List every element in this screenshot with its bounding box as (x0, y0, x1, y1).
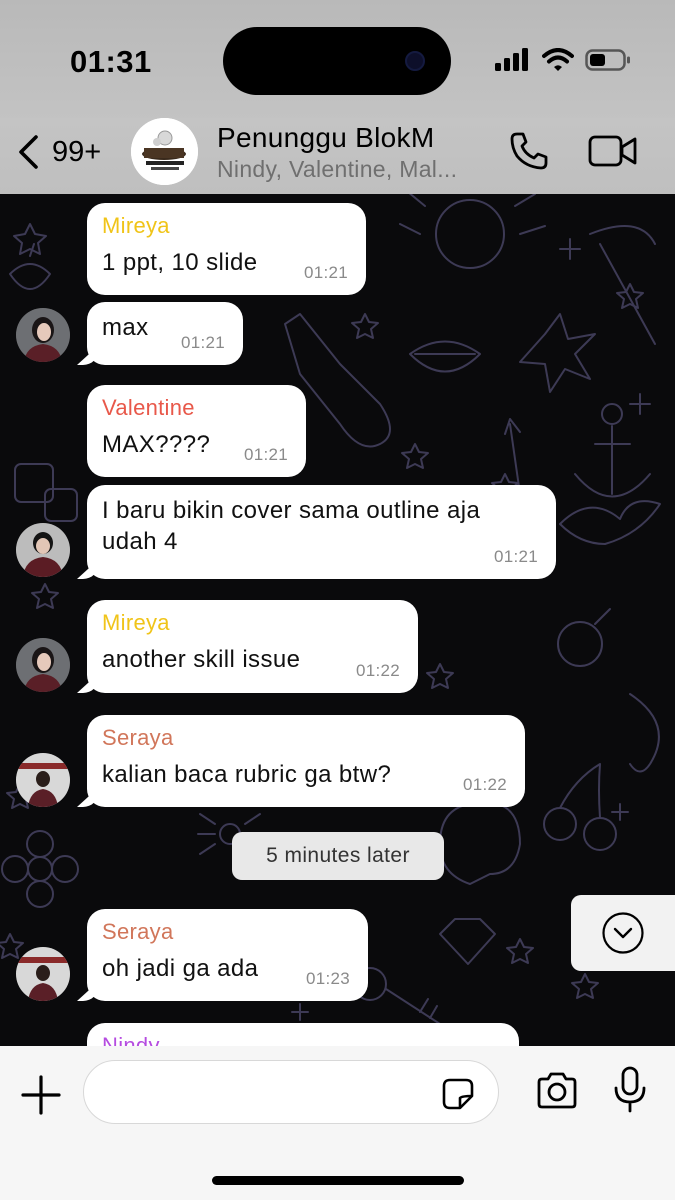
status-icons (495, 48, 631, 72)
message-bubble[interactable]: Valentine MAX???? 01:21 (87, 385, 306, 477)
user-photo-icon (16, 523, 70, 577)
status-time: 01:31 (70, 44, 152, 79)
message-time: 01:21 (243, 445, 288, 464)
message-composer (0, 1046, 675, 1200)
group-photo-icon (131, 118, 198, 185)
message-text: I baru bikin cover sama outline aja udah… (102, 497, 481, 555)
avatar[interactable] (16, 523, 70, 577)
message-bubble[interactable]: Mireya another skill issue 01:22 (87, 600, 418, 693)
status-bar: 01:31 (0, 0, 675, 120)
video-call-button[interactable] (588, 134, 638, 173)
dynamic-island (223, 27, 451, 95)
message-time: 01:21 (303, 263, 348, 282)
sender-name[interactable]: Valentine (102, 395, 290, 421)
message-bubble[interactable]: Mireya 1 ppt, 10 slide 01:21 (87, 203, 366, 295)
wifi-icon (542, 48, 574, 71)
camera-icon (537, 1072, 577, 1109)
attach-button[interactable] (20, 1074, 62, 1121)
avatar[interactable] (16, 947, 70, 1001)
sender-name[interactable]: Nindy (102, 1033, 503, 1046)
message-time: 01:22 (355, 661, 400, 680)
back-button[interactable]: 99+ (16, 132, 101, 172)
message-bubble[interactable]: I baru bikin cover sama outline aja udah… (87, 485, 556, 579)
message-bubble[interactable]: Seraya kalian baca rubric ga btw? 01:22 (87, 715, 525, 807)
sender-name[interactable]: Mireya (102, 610, 402, 636)
message-time: 01:22 (462, 775, 507, 794)
front-camera-icon (405, 51, 425, 71)
voice-call-button[interactable] (508, 130, 550, 177)
avatar[interactable] (16, 638, 70, 692)
avatar[interactable] (16, 308, 70, 362)
message-time: 01:21 (180, 333, 225, 352)
chevron-left-icon (19, 135, 38, 169)
message-input[interactable] (104, 1071, 434, 1113)
camera-button[interactable] (535, 1072, 579, 1115)
sender-name[interactable]: Seraya (102, 919, 352, 945)
user-photo-icon (16, 947, 70, 1001)
cellular-signal-icon (495, 48, 528, 71)
unread-count: 99+ (52, 135, 102, 168)
message-time: 01:21 (493, 547, 538, 566)
avatar[interactable] (16, 753, 70, 807)
battery-icon (585, 49, 630, 71)
message-text: kalian baca rubric ga btw? (102, 761, 392, 788)
scroll-to-bottom-button[interactable] (571, 895, 675, 971)
message-time: 01:23 (305, 969, 350, 988)
chevron-down-circle-icon (602, 912, 644, 954)
message-bubble[interactable]: Nindy (87, 1023, 519, 1046)
chat-area[interactable]: Mireya 1 ppt, 10 slide 01:21 max 01:21 V… (0, 194, 675, 1046)
message-bubble[interactable]: Seraya oh jadi ga ada 01:23 (87, 909, 368, 1001)
sender-name[interactable]: Mireya (102, 213, 350, 239)
phone-icon (510, 132, 548, 170)
sticker-button[interactable] (440, 1076, 476, 1117)
user-photo-icon (16, 308, 70, 362)
video-camera-icon (588, 135, 637, 167)
group-title: Penunggu BlokM (217, 122, 435, 153)
members-subtitle: Nindy, Valentine, Mal... (217, 156, 458, 182)
message-bubble[interactable]: max 01:21 (87, 302, 243, 365)
plus-icon (21, 1075, 61, 1115)
voice-message-button[interactable] (612, 1066, 648, 1119)
sender-name[interactable]: Seraya (102, 725, 509, 751)
home-indicator[interactable] (212, 1176, 464, 1185)
chat-title-block[interactable]: Penunggu BlokM Nindy, Valentine, Mal... (217, 122, 497, 183)
message-input-box[interactable] (83, 1060, 499, 1124)
sticker-icon (442, 1078, 474, 1110)
user-photo-icon (16, 638, 70, 692)
microphone-icon (614, 1066, 646, 1113)
time-divider: 5 minutes later (232, 832, 444, 880)
user-photo-icon (16, 753, 70, 807)
chat-header: 99+ Penunggu BlokM Nindy, Valentine, Mal… (0, 118, 675, 194)
group-avatar[interactable] (131, 118, 198, 185)
